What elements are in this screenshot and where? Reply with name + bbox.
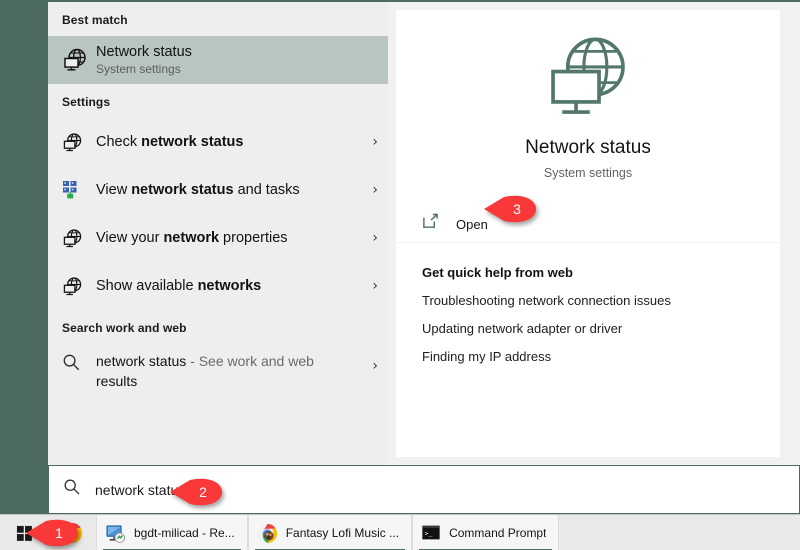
open-in-new-window-icon — [422, 213, 456, 235]
taskbar-item-label: Command Prompt — [449, 526, 546, 540]
label-pre: Check — [96, 134, 141, 150]
label-pre: Show available — [96, 278, 198, 294]
label-post: and tasks — [234, 182, 300, 198]
label-pre: View your — [96, 230, 163, 246]
taskbar: bgdt-milicad - Re... Fantasy Lofi Music … — [0, 514, 800, 550]
web-search-labels: network status - See work and web result… — [96, 351, 364, 391]
search-icon — [62, 353, 96, 372]
command-prompt-icon: >_ — [421, 523, 441, 543]
taskbar-chrome-launcher[interactable] — [48, 515, 96, 550]
chevron-right-icon[interactable]: › — [364, 278, 378, 294]
help-link-updating-adapter[interactable]: Updating network adapter or driver — [396, 308, 780, 336]
sidebar-item-view-your-network-properties[interactable]: View your network properties › — [48, 214, 388, 262]
search-results-pane: Best match Network status — [48, 2, 388, 465]
network-globe-monitor-icon — [62, 228, 96, 249]
taskbar-item-label: Fantasy Lofi Music ... — [286, 526, 399, 540]
chevron-right-icon[interactable]: › — [364, 230, 378, 246]
chrome-icon — [257, 523, 278, 544]
web-suffix: - See work and web — [186, 353, 314, 369]
search-icon — [63, 478, 81, 501]
web-query: network status — [96, 353, 186, 369]
web-search-result[interactable]: network status - See work and web result… — [48, 344, 388, 398]
label-post: properties — [219, 230, 288, 246]
result-subtitle: System settings — [96, 62, 378, 77]
quick-help-card: Get quick help from web Troubleshooting … — [396, 243, 780, 457]
setting-label-4: Show available networks — [96, 277, 364, 295]
network-globe-monitor-icon — [542, 32, 634, 124]
network-globe-monitor-icon — [62, 276, 96, 297]
start-button[interactable] — [0, 515, 48, 550]
network-globe-monitor-icon — [62, 47, 96, 73]
desktop: Best match Network status — [0, 0, 800, 550]
best-match-header: Best match — [48, 2, 388, 36]
setting-label-2: View network status and tasks — [96, 181, 364, 199]
help-link-find-ip[interactable]: Finding my IP address — [396, 336, 780, 364]
label-bold: networks — [198, 278, 262, 294]
chevron-right-icon[interactable]: › — [364, 182, 378, 198]
taskbar-item-label: bgdt-milicad - Re... — [134, 526, 235, 540]
preview-subtitle: System settings — [396, 166, 780, 180]
network-globe-monitor-icon — [62, 132, 96, 153]
windows-search-window: Best match Network status — [48, 0, 800, 512]
taskbar-item-command-prompt[interactable]: >_ Command Prompt — [412, 515, 559, 550]
chrome-icon — [61, 522, 83, 544]
chevron-right-icon[interactable]: › — [364, 358, 378, 374]
taskbar-item-remote-desktop[interactable]: bgdt-milicad - Re... — [96, 515, 248, 550]
windows-logo-icon — [16, 525, 33, 542]
quick-help-title: Get quick help from web — [396, 243, 780, 280]
chevron-right-icon[interactable]: › — [364, 134, 378, 150]
setting-label-3: View your network properties — [96, 229, 364, 247]
label-pre: View — [96, 182, 131, 198]
label-bold: network status — [131, 182, 233, 198]
search-input-value-wrap: network status — [95, 482, 187, 498]
svg-text:>_: >_ — [425, 530, 433, 537]
open-label: Open — [456, 217, 488, 232]
result-title: Network status — [96, 44, 378, 61]
preview-header-card: Network status System settings Open — [396, 10, 780, 242]
search-work-and-web-header: Search work and web — [48, 310, 388, 344]
sidebar-item-check-network-status[interactable]: Check network status › — [48, 118, 388, 166]
result-best-match[interactable]: Network status System settings — [48, 36, 388, 84]
label-bold: network — [163, 230, 219, 246]
setting-label-1: Check network status — [96, 133, 364, 151]
web-suffix-line2: results — [96, 371, 364, 391]
label-bold: network status — [141, 134, 243, 150]
sidebar-item-view-network-status-and-tasks[interactable]: View network status and tasks › — [48, 166, 388, 214]
search-input-value: network status — [95, 482, 185, 498]
taskbar-item-fantasy-lofi-music[interactable]: Fantasy Lofi Music ... — [248, 515, 412, 550]
open-button[interactable]: Open — [396, 202, 780, 246]
result-labels: Network status System settings — [96, 44, 378, 77]
help-link-troubleshooting[interactable]: Troubleshooting network connection issue… — [396, 280, 780, 308]
control-panel-icon — [62, 180, 96, 200]
search-input[interactable]: network status — [48, 465, 800, 514]
preview-pane: Network status System settings Open Get … — [388, 2, 800, 465]
sidebar-item-show-available-networks[interactable]: Show available networks › — [48, 262, 388, 310]
settings-header: Settings — [48, 84, 388, 118]
remote-desktop-icon — [105, 523, 126, 544]
preview-title: Network status — [396, 136, 780, 159]
text-cursor — [186, 482, 187, 498]
